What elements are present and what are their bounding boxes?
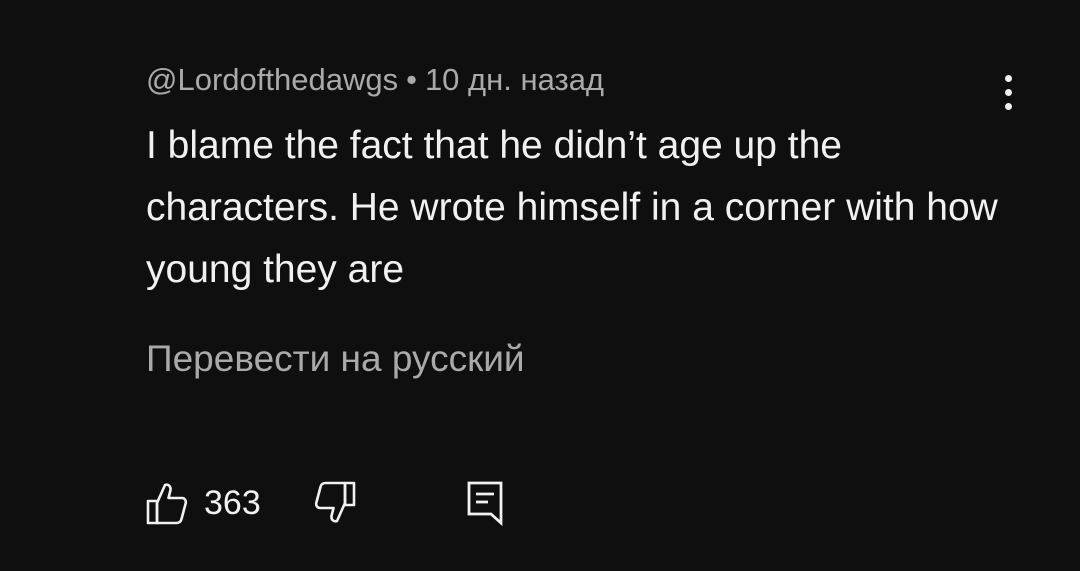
thumb-down-icon — [314, 481, 356, 525]
meta-separator: • — [406, 62, 417, 97]
comment-card: @Lordofthedawgs • 10 дн. назад I blame the… — [0, 0, 1080, 571]
author-handle[interactable]: @Lordofthedawgs — [146, 62, 398, 97]
thumb-up-icon — [146, 481, 188, 525]
comment-body: I blame the fact that he didn’t age up t… — [146, 124, 998, 291]
reply-comment-icon — [464, 480, 506, 526]
reply-button[interactable] — [464, 478, 506, 528]
translate-button[interactable]: Перевести на русский — [146, 336, 525, 382]
comment-timestamp: 10 дн. назад — [424, 62, 605, 97]
comment-header: @Lordofthedawgs • 10 дн. назад — [146, 60, 604, 100]
more-options-button[interactable] — [992, 70, 1024, 114]
like-button[interactable]: 363 — [146, 478, 261, 528]
more-vert-icon-dot — [1004, 88, 1012, 96]
dislike-button[interactable] — [314, 478, 356, 528]
more-vert-icon-dot — [1004, 74, 1012, 82]
like-count: 363 — [204, 483, 261, 522]
more-vert-icon-dot — [1004, 102, 1012, 110]
